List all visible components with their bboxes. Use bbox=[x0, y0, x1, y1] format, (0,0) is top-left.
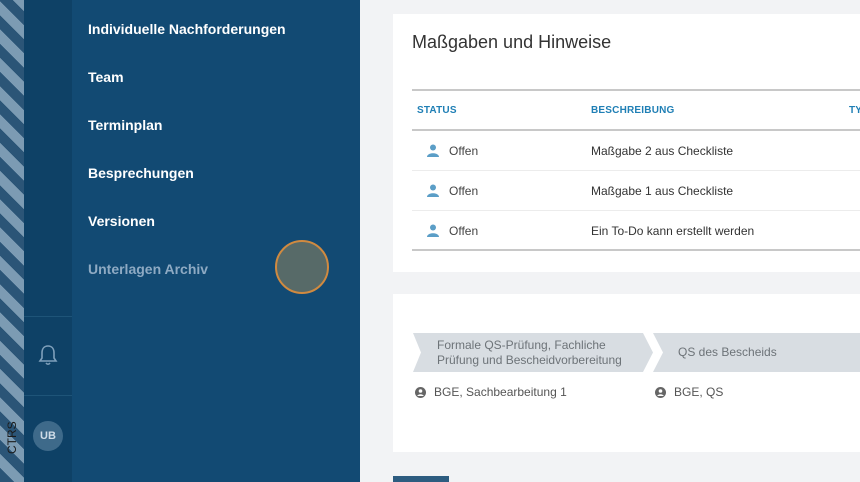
next-card-header bbox=[393, 476, 449, 482]
cursor-indicator bbox=[275, 240, 329, 294]
user-circle-icon bbox=[655, 386, 666, 398]
menu-item-besprechungen[interactable]: Besprechungen bbox=[88, 165, 194, 185]
step-label-line1: QS des Bescheids bbox=[678, 345, 777, 359]
table-header: STATUS BESCHREIBUNG TY bbox=[412, 89, 860, 131]
menu-item-terminplan[interactable]: Terminplan bbox=[88, 117, 162, 137]
user-circle-icon bbox=[415, 386, 426, 398]
row-description: Ein To-Do kann erstellt werden bbox=[591, 224, 755, 238]
workflow-step-qs-des-bescheids[interactable]: QS des Bescheids bbox=[653, 333, 860, 372]
person-icon bbox=[427, 144, 439, 157]
requirements-card: Maßgaben und Hinweise STATUS BESCHREIBUN… bbox=[393, 14, 860, 272]
workflow-steps: Formale QS-Prüfung, Fachliche Prüfung un… bbox=[413, 333, 860, 372]
workflow-step-formale-qs-pruefung[interactable]: Formale QS-Prüfung, Fachliche Prüfung un… bbox=[413, 333, 653, 372]
step-label-line1: Formale QS-Prüfung, Fachliche bbox=[437, 337, 606, 352]
step-assignee: BGE, Sachbearbeitung 1 bbox=[415, 385, 567, 399]
icon-rail: UB bbox=[24, 0, 72, 482]
user-avatar[interactable]: UB bbox=[33, 421, 63, 451]
menu-item-individuelle-nachforderungen[interactable]: Individuelle Nachforderungen bbox=[88, 21, 286, 41]
table-row[interactable]: Offen Maßgabe 2 aus Checkliste bbox=[412, 131, 860, 171]
workflow-card: Formale QS-Prüfung, Fachliche Prüfung un… bbox=[393, 294, 860, 452]
step-label-line2: Prüfung und Bescheidvorbereitung bbox=[437, 352, 622, 367]
column-header-status[interactable]: STATUS bbox=[417, 105, 457, 116]
rail-divider bbox=[24, 316, 72, 317]
table-row[interactable]: Offen Maßgabe 1 aus Checkliste bbox=[412, 171, 860, 211]
menu-item-versionen[interactable]: Versionen bbox=[88, 213, 155, 233]
row-status: Offen bbox=[449, 144, 479, 158]
step-assignee: BGE, QS bbox=[655, 385, 723, 399]
menu-item-team[interactable]: Team bbox=[88, 69, 124, 89]
column-header-description[interactable]: BESCHREIBUNG bbox=[591, 105, 675, 116]
assignee-name: BGE, QS bbox=[674, 385, 724, 399]
row-description: Maßgabe 1 aus Checkliste bbox=[591, 184, 734, 198]
environment-label: CTRS bbox=[5, 421, 19, 455]
requirements-table: STATUS BESCHREIBUNG TY Offen Maßgabe 2 a… bbox=[412, 89, 860, 251]
rail-divider bbox=[24, 395, 72, 396]
navigation-menu: Individuelle Nachforderungen Team Termin… bbox=[72, 0, 360, 482]
bell-icon[interactable] bbox=[38, 344, 58, 366]
table-row[interactable]: Offen Ein To-Do kann erstellt werden bbox=[412, 211, 860, 251]
column-header-type[interactable]: TY bbox=[849, 105, 860, 116]
person-icon bbox=[427, 224, 439, 237]
row-status: Offen bbox=[449, 184, 479, 198]
environment-stripe: CTRS bbox=[0, 0, 24, 482]
row-status: Offen bbox=[449, 224, 479, 238]
menu-item-unterlagen-archiv[interactable]: Unterlagen Archiv bbox=[88, 261, 208, 281]
requirements-title: Maßgaben und Hinweise bbox=[412, 32, 612, 52]
person-icon bbox=[427, 184, 439, 197]
assignee-name: BGE, Sachbearbeitung 1 bbox=[434, 385, 567, 399]
row-description: Maßgabe 2 aus Checkliste bbox=[591, 144, 734, 158]
